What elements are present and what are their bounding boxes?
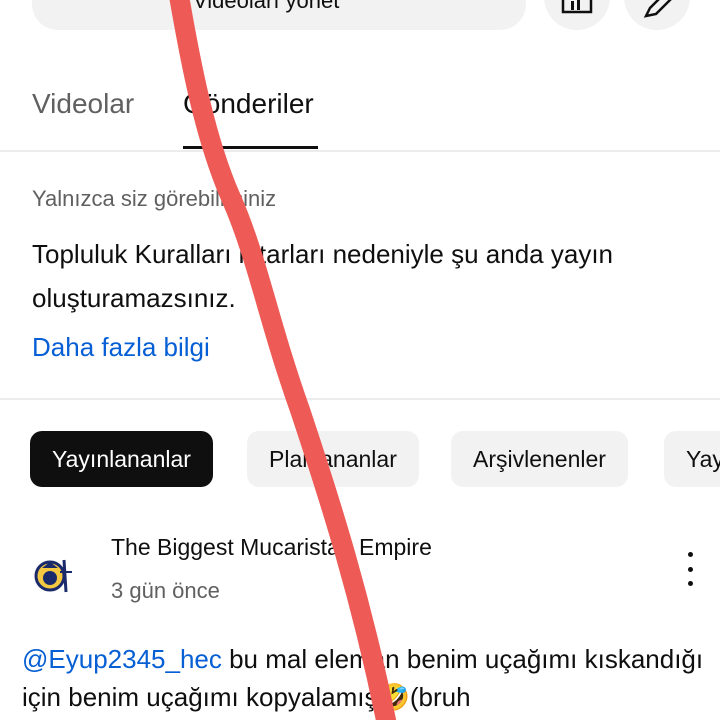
- filter-chip-published[interactable]: Yayınlananlar: [30, 431, 213, 487]
- tab-videos[interactable]: Videolar: [32, 88, 134, 120]
- post-time: 3 gün önce: [111, 578, 220, 603]
- active-tab-indicator: [183, 146, 318, 149]
- filter-chip-scheduled[interactable]: Planlananlar: [247, 431, 419, 487]
- more-options-button[interactable]: [678, 552, 702, 586]
- bar-chart-icon: [561, 0, 593, 14]
- filter-chip-archived[interactable]: Arşivlenenler: [451, 431, 628, 487]
- analytics-button[interactable]: [544, 0, 610, 30]
- tabs-divider: [0, 150, 720, 152]
- tab-posts[interactable]: Gönderiler: [183, 88, 314, 120]
- channel-avatar[interactable]: [30, 548, 78, 596]
- visibility-note: Yalnızca siz görebilirsiniz: [32, 186, 277, 211]
- edit-button[interactable]: [624, 0, 690, 30]
- channel-name[interactable]: The Biggest Mucaristan Empire: [111, 534, 432, 561]
- pencil-icon: [643, 0, 672, 18]
- filter-chip-overflow[interactable]: Yay: [664, 431, 720, 487]
- notice-divider: [0, 398, 720, 400]
- more-vert-icon: [687, 552, 693, 557]
- manage-videos-label: Videoları yönet: [193, 0, 340, 13]
- strike-notice: Topluluk Kuralları ihtarları nedeniyle ş…: [32, 239, 614, 313]
- avatar-emblem-icon: [34, 559, 72, 593]
- learn-more-link[interactable]: Daha fazla bilgi: [32, 332, 210, 363]
- user-mention-link[interactable]: @Eyup2345_hec: [22, 644, 222, 674]
- post-text: @Eyup2345_hec bu mal eleman benim uçağım…: [22, 640, 712, 716]
